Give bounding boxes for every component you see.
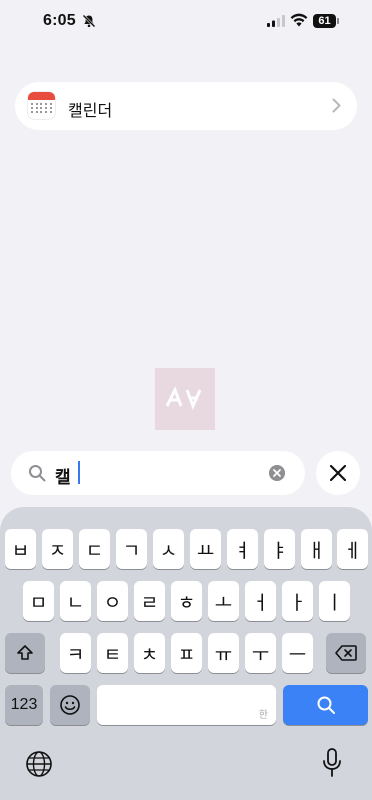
status-time: 6:05 — [43, 12, 76, 29]
text-cursor — [78, 461, 80, 484]
key[interactable]: ㅗ — [208, 581, 239, 621]
status-bar: 6:05 61 — [0, 0, 372, 44]
clear-text-icon[interactable] — [269, 465, 285, 481]
globe-icon[interactable] — [25, 750, 53, 778]
result-label: 캘린더 — [68, 103, 113, 120]
shift-key[interactable] — [5, 633, 45, 673]
key[interactable]: ㅎ — [171, 581, 202, 621]
search-field[interactable]: 캘 — [11, 451, 305, 495]
cellular-signal-icon — [267, 15, 285, 27]
battery-indicator: 61 — [313, 14, 339, 28]
close-icon — [330, 465, 346, 481]
key[interactable]: ㅏ — [282, 581, 313, 621]
key[interactable]: ㅣ — [319, 581, 350, 621]
key[interactable]: ㅌ — [97, 633, 128, 673]
korean-keyboard: ㅂ ㅈ ㄷ ㄱ ㅅ ㅛ ㅕ ㅑ ㅐ ㅔ ㅁ ㄴ ㅇ ㄹ ㅎ ㅗ ㅓ ㅏ ㅣ ㅋ … — [0, 507, 372, 800]
search-key[interactable] — [283, 685, 368, 725]
shift-icon — [17, 645, 33, 660]
key[interactable]: ㅐ — [301, 529, 332, 569]
delete-icon — [335, 645, 357, 661]
close-search-button[interactable] — [316, 451, 360, 495]
key[interactable]: ㅊ — [134, 633, 165, 673]
key[interactable]: ㅛ — [190, 529, 221, 569]
search-icon — [29, 465, 46, 482]
key[interactable]: ㅓ — [245, 581, 276, 621]
key[interactable]: ㅂ — [5, 529, 36, 569]
key[interactable]: ㅈ — [42, 529, 73, 569]
key[interactable]: ㅁ — [23, 581, 54, 621]
bell-slash-icon — [82, 14, 96, 28]
watermark-logo — [155, 368, 215, 430]
key[interactable]: ㅡ — [282, 633, 313, 673]
calendar-icon — [28, 92, 55, 119]
delete-key[interactable] — [326, 633, 366, 673]
space-key[interactable]: 한 — [97, 685, 276, 725]
numbers-key[interactable]: 123 — [5, 685, 43, 725]
key[interactable]: ㅜ — [245, 633, 276, 673]
key[interactable]: ㄷ — [79, 529, 110, 569]
wifi-icon — [290, 13, 308, 27]
chevron-right-icon — [332, 98, 341, 113]
key[interactable]: ㄴ — [60, 581, 91, 621]
key[interactable]: ㅋ — [60, 633, 91, 673]
search-icon — [317, 696, 335, 714]
emoji-key[interactable] — [50, 685, 90, 725]
key[interactable]: ㅑ — [264, 529, 295, 569]
key[interactable]: ㄹ — [134, 581, 165, 621]
emoji-icon — [60, 695, 80, 715]
key[interactable]: ㅕ — [227, 529, 258, 569]
key[interactable]: ㅅ — [153, 529, 184, 569]
battery-level: 61 — [313, 14, 336, 28]
microphone-icon[interactable] — [322, 748, 342, 778]
key[interactable]: ㅇ — [97, 581, 128, 621]
key[interactable]: ㅔ — [337, 529, 368, 569]
search-result-calendar[interactable]: 캘린더 — [15, 82, 357, 130]
key[interactable]: ㄱ — [116, 529, 147, 569]
search-query[interactable]: 캘 — [55, 463, 71, 488]
space-hint: 한 — [258, 710, 268, 721]
battery-tip — [337, 18, 339, 24]
key[interactable]: ㅍ — [171, 633, 202, 673]
key[interactable]: ㅠ — [208, 633, 239, 673]
